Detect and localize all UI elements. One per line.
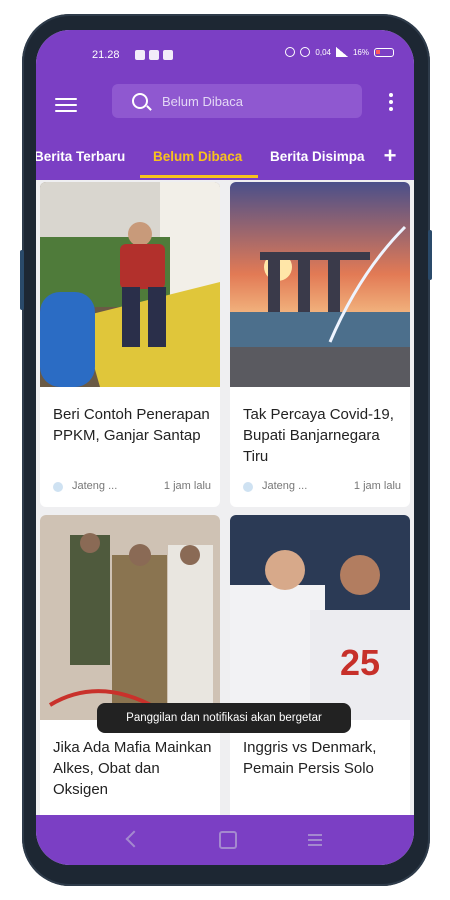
menu-button[interactable] <box>55 94 77 116</box>
back-icon[interactable] <box>125 830 143 848</box>
tab-belum-dibaca[interactable]: Belum Dibaca <box>153 149 242 164</box>
search-icon <box>132 93 148 109</box>
article-thumbnail <box>40 182 220 387</box>
article-time: 1 jam lalu <box>353 480 401 492</box>
article-card[interactable]: Jika Ada Mafia Mainkan Alkes, Obat dan O… <box>40 515 220 815</box>
power-button <box>428 230 432 280</box>
recent-apps-icon[interactable] <box>308 831 322 846</box>
home-icon[interactable] <box>219 831 237 849</box>
article-card[interactable]: 25 Inggris vs Denmark, Pemain Persis Sol… <box>230 515 410 815</box>
status-bar: 21.28 0,04 16% <box>36 30 414 82</box>
cloud-icon <box>149 50 159 60</box>
source-logo-icon <box>243 482 253 492</box>
svg-text:25: 25 <box>340 642 380 683</box>
article-meta: Jateng ... 1 jam lalu <box>243 480 401 494</box>
source-logo-icon <box>53 482 63 492</box>
vibrate-icon <box>285 47 296 57</box>
article-source: Jateng ... <box>72 480 118 492</box>
article-title: Tak Percaya Covid-19, Bupati Banjarnegar… <box>243 406 394 465</box>
volume-button <box>20 250 24 310</box>
tab-berita-terbaru[interactable]: Berita Terbaru <box>36 149 125 164</box>
battery-percent: 16% <box>352 47 369 57</box>
article-card[interactable]: Beri Contoh Penerapan PPKM, Ganjar Santa… <box>40 182 220 507</box>
article-time: 1 jam lalu <box>163 480 211 492</box>
hamburger-icon <box>55 98 77 100</box>
add-tab-button[interactable]: + <box>380 145 400 167</box>
notification-icons <box>135 50 173 60</box>
network-speed: 0,04 <box>315 47 331 57</box>
more-options-button[interactable] <box>389 93 395 113</box>
article-source: Jateng ... <box>262 480 308 492</box>
signal-icon <box>335 47 348 57</box>
article-thumbnail: 25 <box>230 515 410 720</box>
article-thumbnail <box>230 182 410 387</box>
more-vert-icon <box>389 93 393 97</box>
toast-message: Panggilan dan notifikasi akan bergetar <box>97 703 351 733</box>
app-bar: Belum Dibaca <box>36 82 414 142</box>
search-text: Belum Dibaca <box>162 94 243 109</box>
article-card[interactable]: Tak Percaya Covid-19, Bupati Banjarnegar… <box>230 182 410 507</box>
alarm-icon <box>300 47 311 57</box>
article-title: Beri Contoh Penerapan PPKM, Ganjar Santa… <box>53 406 210 444</box>
article-title: Inggris vs Denmark, Pemain Persis Solo <box>243 739 377 777</box>
tab-berita-disimpan[interactable]: Berita Disimpan <box>270 149 365 164</box>
system-nav-bar <box>36 815 414 865</box>
active-tab-indicator <box>140 175 258 178</box>
phone-screen: 21.28 0,04 16% Belum Dibaca Berita Terba… <box>36 30 414 865</box>
status-time: 21.28 <box>92 49 120 61</box>
linkedin-icon <box>163 50 173 60</box>
messenger-icon <box>135 50 145 60</box>
battery-icon <box>374 47 394 57</box>
article-meta: Jateng ... 1 jam lalu <box>53 480 211 494</box>
search-bar[interactable]: Belum Dibaca <box>112 84 362 118</box>
tab-bar: Berita Terbaru Belum Dibaca Berita Disim… <box>36 142 414 180</box>
article-title: Jika Ada Mafia Mainkan Alkes, Obat dan O… <box>53 739 212 798</box>
article-thumbnail <box>40 515 220 720</box>
status-icons: 0,04 16% <box>285 47 394 57</box>
